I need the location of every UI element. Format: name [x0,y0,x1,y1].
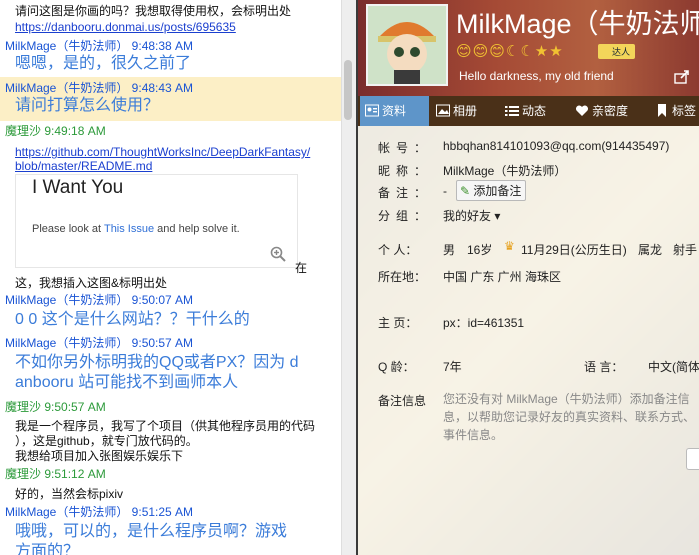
personal-label: 个 人： [378,243,418,257]
profile-signature: Hello darkness, my old friend [459,69,614,83]
tab-label: 资料 [382,104,407,118]
remark-info-label: 备注信息 [378,394,427,408]
message-text: 我是一个程序员，我写了个项目（供其他程序员用的代码 [15,419,316,433]
profile-nickname: MilkMage（牛奶法师 [456,9,699,39]
message-link[interactable]: blob/master/README.md [15,159,152,173]
message-text: 哦哦，可以的，是什么程序员啊？游戏 [15,523,288,540]
share-icon[interactable] [674,70,690,84]
age-value: 16岁 [467,243,493,257]
sender-header: MilkMage（牛奶法师） 9:48:43 AM [5,81,194,95]
sender-header: MilkMage（牛奶法师） 9:50:57 AM [5,336,194,350]
sender-header: MilkMage（牛奶法师） 9:50:07 AM [5,293,194,307]
tab-label: 亲密度 [592,104,629,118]
profile-tabs: 资料 相册 动态 亲密度 标签 [358,96,699,126]
account-label: 帐号： [378,141,433,155]
message-text: anbooru 站可能找不到画师本人 [15,374,239,391]
message-text: 方面的？ [15,543,80,555]
location-value: 中国 广东 广州 海珠区 [443,270,562,284]
message-text: 请问这图是你画的吗？我想取得使用权，会标明出处 [15,4,292,18]
account-value: hbbqhan814101093@qq.com(914435497) [443,139,670,153]
qq-age-value: 7年 [443,360,462,374]
message-link[interactable]: https://danbooru.donmai.us/posts/695635 [15,20,236,34]
group-label: 分组： [378,209,433,223]
remark-info-text: 您还没有对 MilkMage（牛奶法师）添加备注信息，以帮助您记录好友的真实资料… [443,392,696,442]
tab-feed[interactable]: 动态 [500,96,546,126]
nickname-label: 昵称： [378,164,433,178]
birthday-icon: ♛ [504,239,515,253]
tab-label: 标签 [672,104,697,118]
tab-profile[interactable]: 资料 [360,96,429,126]
add-note-icon: ✎ [460,184,474,198]
birthday-value: 11月29日(公历生日) [521,243,627,257]
zodiac-value: 属龙 [638,243,663,257]
tab-label: 相册 [453,104,478,118]
message-text: ），这是github，就专门放代码的。 [15,434,198,448]
chat-history-pane[interactable]: 请问这图是你画的吗？我想取得使用权，会标明出处 https://danbooru… [0,0,356,555]
message-text: 0 0 这个是什么网站？？干什么的 [15,311,250,328]
remark-label: 备注： [378,186,433,200]
sender-header: 魔理沙 9:49:18 AM [5,124,106,138]
photo-icon [436,104,450,117]
homepage-value: px：id=461351 [443,316,525,330]
tab-tags[interactable]: 标签 [650,96,696,126]
sender-header: MilkMage（牛奶法师） 9:51:25 AM [5,505,194,519]
star-sign-value: 射手 [673,243,698,257]
location-label: 所在地： [378,270,427,284]
tab-album[interactable]: 相册 [431,96,477,126]
tab-intimacy[interactable]: 亲密度 [570,96,628,126]
message-link[interactable]: https://github.com/ThoughtWorksInc/DeepD… [15,145,310,159]
tab-label: 动态 [522,104,547,118]
id-card-icon [365,104,379,117]
sender-header: MilkMage（牛奶法师） 9:48:38 AM [5,39,194,53]
sender-header: 魔理沙 9:51:12 AM [5,467,106,481]
message-text: 在 [295,261,308,275]
list-icon [505,106,519,116]
language-label: 语 言： [584,360,624,374]
message-text: 我想给项目加入张图娱乐娱乐下 [15,449,184,463]
image-body: Please look at This Issue and help solve… [32,223,240,235]
image-title: I Want You [32,177,124,198]
zoom-in-icon[interactable] [270,246,286,262]
edit-remark-button[interactable] [686,448,699,470]
sender-header: 魔理沙 9:50:57 AM [5,400,106,414]
heart-icon [575,105,589,116]
message-text: 嗯嗯，是的，很久之前了 [15,55,192,72]
message-text: 请问打算怎么使用？ [15,97,160,114]
image-body-prefix: Please look at [32,223,104,235]
profile-pane: MilkMage（牛奶法师 😊😊😊☾☾★★ 达人 Hello darkness,… [358,0,699,555]
profile-header: MilkMage（牛奶法师 😊😊😊☾☾★★ 达人 Hello darkness,… [358,0,699,96]
avatar[interactable] [366,4,448,86]
language-value: 中文(简体 [648,360,699,374]
message-text: 这，我想插入这图&标明出处 [15,276,168,290]
qq-age-label: Q 龄： [378,360,415,374]
add-remark-button[interactable]: ✎ 添加备注 [456,180,527,201]
homepage-label: 主 页： [378,316,418,330]
image-body-link: This Issue [103,223,155,235]
add-remark-label: 添加备注 [473,184,522,198]
image-body-suffix: and help solve it. [154,223,240,235]
gender-value: 男 [443,243,456,257]
level-badges: 😊😊😊☾☾★★ [456,43,564,60]
message-text: 好的，当然会标pixiv [15,487,124,501]
embedded-image[interactable]: I Want You Please look at This Issue and… [15,174,298,268]
message-text: 不如你另外标明我的QQ或者PX？因为 d [15,354,299,371]
avatar-image [368,6,446,84]
chat-scroll-thumb[interactable] [344,60,352,120]
remark-value: - [443,184,447,198]
nickname-value: MilkMage（牛奶法师） [443,164,567,178]
bookmark-icon [658,104,666,117]
talent-badge[interactable]: 达人 [598,44,636,59]
group-select[interactable]: 我的好友 ▾ [443,207,500,224]
